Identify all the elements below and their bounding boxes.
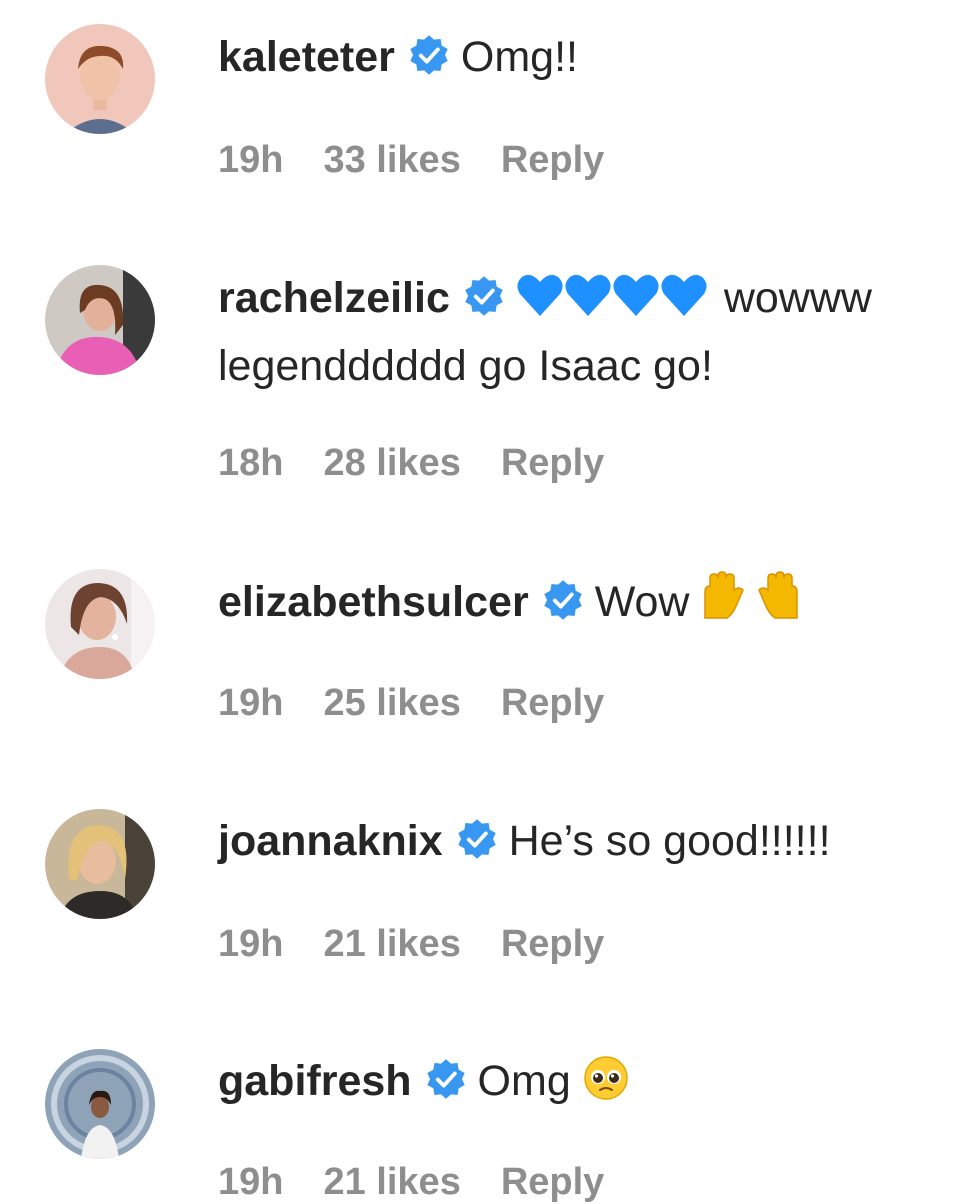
verified-badge-icon	[426, 1059, 465, 1099]
comment-likes[interactable]: 33 likes	[323, 139, 460, 181]
verified-badge-icon	[543, 580, 582, 620]
comment-text: rachelzeilic wowww legendddddd go Isaac …	[218, 267, 940, 397]
comment-text: gabifresh Omg	[218, 1050, 940, 1118]
comment-text: joannaknix He’s so good!!!!!!	[218, 810, 940, 872]
avatar[interactable]	[45, 24, 155, 134]
comment-username[interactable]: elizabethsulcer	[218, 578, 529, 626]
comment-text: elizabethsulcer Wow	[218, 570, 940, 639]
avatar[interactable]	[45, 569, 155, 679]
comment-meta: 19h 25 likes Reply	[218, 681, 644, 725]
comment-body: Omg	[477, 1057, 571, 1105]
comment-username[interactable]: gabifresh	[218, 1057, 412, 1105]
comment-time[interactable]: 19h	[218, 139, 283, 181]
comment-text: kaleteter Omg!!	[218, 26, 940, 88]
verified-badge-icon	[410, 35, 448, 75]
comment-meta: 19h 21 likes Reply	[218, 1160, 644, 1204]
comment-time[interactable]: 19h	[218, 923, 283, 965]
comment-body: Wow	[594, 578, 690, 626]
reply-button[interactable]: Reply	[501, 139, 604, 181]
pleading-face-emoji-icon	[583, 1055, 629, 1118]
comment-username[interactable]: kaleteter	[218, 33, 395, 81]
comment-time[interactable]: 19h	[218, 682, 283, 724]
reply-button[interactable]: Reply	[501, 442, 604, 484]
comment-body: He’s so good!!!!!!	[508, 817, 831, 865]
reply-button[interactable]: Reply	[501, 1161, 604, 1203]
blue-hearts-emoji-icon	[516, 272, 712, 335]
comment-meta: 18h 28 likes Reply	[218, 441, 644, 485]
comment-meta: 19h 21 likes Reply	[218, 922, 644, 966]
avatar[interactable]	[45, 809, 155, 919]
comment-meta: 19h 33 likes Reply	[218, 138, 644, 182]
verified-badge-icon	[457, 819, 496, 859]
comment-likes[interactable]: 28 likes	[323, 442, 460, 484]
avatar[interactable]	[45, 265, 155, 375]
comment-likes[interactable]: 21 likes	[323, 923, 460, 965]
comment-likes[interactable]: 21 likes	[323, 1161, 460, 1203]
reply-button[interactable]: Reply	[501, 923, 604, 965]
raising-hands-emoji-icon	[701, 570, 801, 639]
comment-likes[interactable]: 25 likes	[323, 682, 460, 724]
comment-body: Omg!!	[460, 33, 578, 81]
comment-username[interactable]: rachelzeilic	[218, 274, 450, 322]
reply-button[interactable]: Reply	[501, 682, 604, 724]
verified-badge-icon	[465, 276, 503, 316]
comment-time[interactable]: 18h	[218, 442, 283, 484]
avatar[interactable]	[45, 1049, 155, 1159]
comment-time[interactable]: 19h	[218, 1161, 283, 1203]
comment-username[interactable]: joannaknix	[218, 817, 443, 865]
